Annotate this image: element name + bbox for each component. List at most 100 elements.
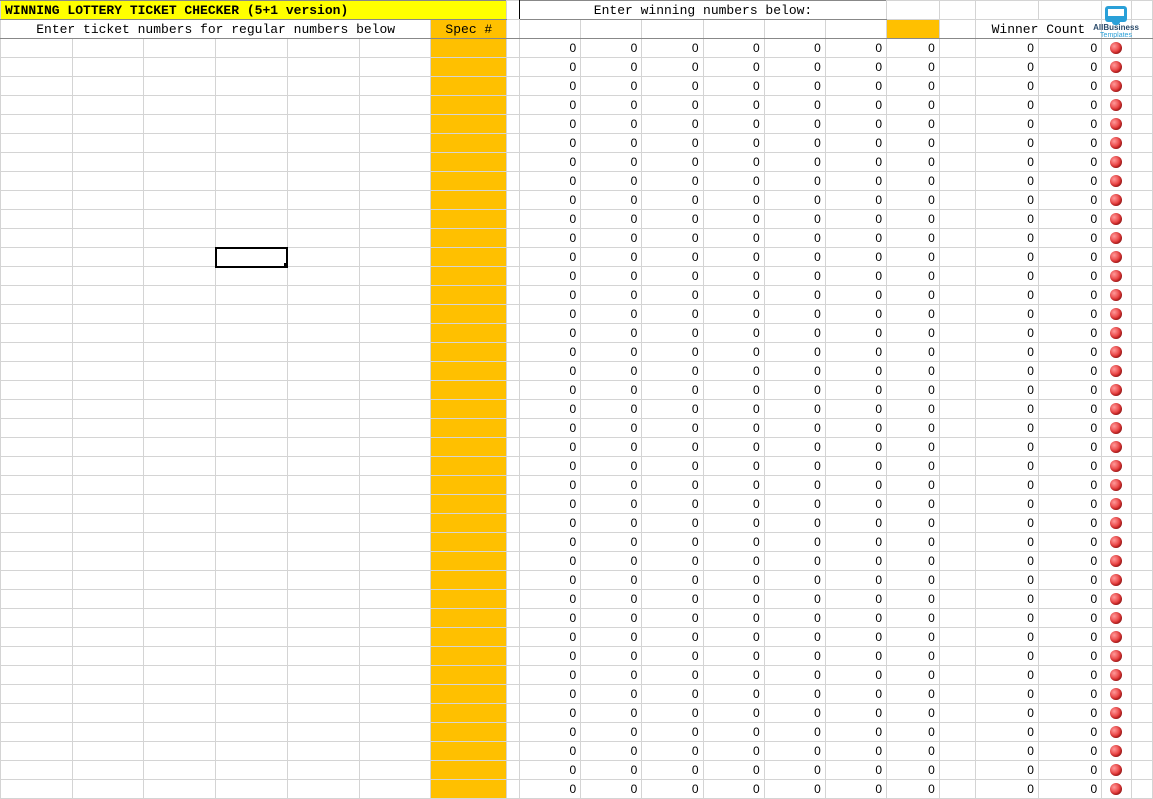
ticket-num-input[interactable] <box>359 115 431 134</box>
cell[interactable] <box>1131 666 1152 685</box>
ticket-num-input[interactable] <box>359 780 431 799</box>
ticket-num-input[interactable] <box>1 305 73 324</box>
ticket-num-input[interactable] <box>72 685 144 704</box>
ticket-num-input[interactable] <box>216 324 288 343</box>
ticket-num-input[interactable] <box>72 153 144 172</box>
ticket-num-input[interactable] <box>359 267 431 286</box>
ticket-num-input[interactable] <box>72 457 144 476</box>
ticket-num-input[interactable] <box>359 476 431 495</box>
ticket-num-input[interactable] <box>1 267 73 286</box>
ticket-num-input[interactable] <box>216 571 288 590</box>
ticket-num-input[interactable] <box>216 742 288 761</box>
ticket-num-input[interactable] <box>144 58 216 77</box>
winning-num-input[interactable] <box>642 20 703 39</box>
ticket-num-input[interactable] <box>144 39 216 58</box>
ticket-num-input[interactable] <box>287 191 359 210</box>
cell[interactable] <box>1131 495 1152 514</box>
cell[interactable] <box>1131 267 1152 286</box>
ticket-num-input[interactable] <box>359 571 431 590</box>
ticket-num-input[interactable] <box>216 723 288 742</box>
ticket-num-input[interactable] <box>72 742 144 761</box>
ticket-num-input[interactable] <box>144 780 216 799</box>
ticket-num-input[interactable] <box>287 229 359 248</box>
cell[interactable] <box>887 1 940 20</box>
ticket-num-input[interactable] <box>216 286 288 305</box>
ticket-num-input[interactable] <box>72 58 144 77</box>
ticket-num-input[interactable] <box>359 590 431 609</box>
ticket-num-input[interactable] <box>72 552 144 571</box>
ticket-num-input[interactable] <box>287 419 359 438</box>
ticket-num-input[interactable] <box>1 77 73 96</box>
ticket-num-input[interactable] <box>1 248 73 267</box>
ticket-num-input[interactable] <box>359 229 431 248</box>
ticket-num-input[interactable] <box>72 571 144 590</box>
cell[interactable] <box>1131 704 1152 723</box>
ticket-num-input[interactable] <box>359 96 431 115</box>
ticket-num-input[interactable] <box>72 267 144 286</box>
ticket-num-input[interactable] <box>1 191 73 210</box>
ticket-spec-input[interactable] <box>431 666 507 685</box>
ticket-num-input[interactable] <box>216 495 288 514</box>
ticket-num-input[interactable] <box>144 362 216 381</box>
ticket-num-input[interactable] <box>287 647 359 666</box>
cell[interactable] <box>1131 191 1152 210</box>
ticket-num-input[interactable] <box>359 343 431 362</box>
ticket-spec-input[interactable] <box>431 552 507 571</box>
winning-num-input[interactable] <box>764 20 825 39</box>
ticket-num-input[interactable] <box>287 134 359 153</box>
cell[interactable] <box>1131 609 1152 628</box>
ticket-num-input[interactable] <box>287 77 359 96</box>
ticket-num-input[interactable] <box>359 609 431 628</box>
ticket-spec-input[interactable] <box>431 343 507 362</box>
ticket-spec-input[interactable] <box>431 419 507 438</box>
ticket-spec-input[interactable] <box>431 248 507 267</box>
ticket-num-input[interactable] <box>216 476 288 495</box>
ticket-num-input[interactable] <box>359 419 431 438</box>
winning-num-input[interactable] <box>520 20 581 39</box>
ticket-num-input[interactable] <box>1 628 73 647</box>
ticket-num-input[interactable] <box>144 761 216 780</box>
ticket-num-input[interactable] <box>72 666 144 685</box>
ticket-num-input[interactable] <box>216 153 288 172</box>
ticket-num-input[interactable] <box>287 115 359 134</box>
ticket-num-input[interactable] <box>216 666 288 685</box>
ticket-num-input[interactable] <box>287 552 359 571</box>
ticket-num-input[interactable] <box>216 172 288 191</box>
ticket-num-input[interactable] <box>1 400 73 419</box>
ticket-num-input[interactable] <box>144 476 216 495</box>
ticket-num-input[interactable] <box>144 115 216 134</box>
ticket-num-input[interactable] <box>287 39 359 58</box>
ticket-num-input[interactable] <box>144 134 216 153</box>
ticket-spec-input[interactable] <box>431 77 507 96</box>
ticket-num-input[interactable] <box>1 324 73 343</box>
ticket-num-input[interactable] <box>72 761 144 780</box>
ticket-num-input[interactable] <box>1 590 73 609</box>
ticket-num-input[interactable] <box>216 628 288 647</box>
ticket-spec-input[interactable] <box>431 39 507 58</box>
ticket-spec-input[interactable] <box>431 381 507 400</box>
cell[interactable] <box>1131 628 1152 647</box>
ticket-num-input[interactable] <box>1 514 73 533</box>
ticket-num-input[interactable] <box>359 172 431 191</box>
ticket-num-input[interactable] <box>1 457 73 476</box>
ticket-num-input[interactable] <box>1 58 73 77</box>
ticket-num-input[interactable] <box>144 647 216 666</box>
ticket-num-input[interactable] <box>72 210 144 229</box>
winning-spec-input[interactable] <box>887 20 940 39</box>
ticket-num-input[interactable] <box>72 381 144 400</box>
ticket-spec-input[interactable] <box>431 153 507 172</box>
cell[interactable] <box>1131 514 1152 533</box>
ticket-num-input[interactable] <box>287 476 359 495</box>
ticket-num-input[interactable] <box>216 58 288 77</box>
ticket-num-input[interactable] <box>1 96 73 115</box>
cell[interactable] <box>1131 286 1152 305</box>
ticket-num-input[interactable] <box>359 533 431 552</box>
ticket-num-input[interactable] <box>144 571 216 590</box>
ticket-num-input[interactable] <box>359 153 431 172</box>
ticket-num-input[interactable] <box>216 457 288 476</box>
ticket-num-input[interactable] <box>216 590 288 609</box>
ticket-spec-input[interactable] <box>431 362 507 381</box>
ticket-spec-input[interactable] <box>431 210 507 229</box>
ticket-num-input[interactable] <box>359 723 431 742</box>
ticket-num-input[interactable] <box>359 628 431 647</box>
